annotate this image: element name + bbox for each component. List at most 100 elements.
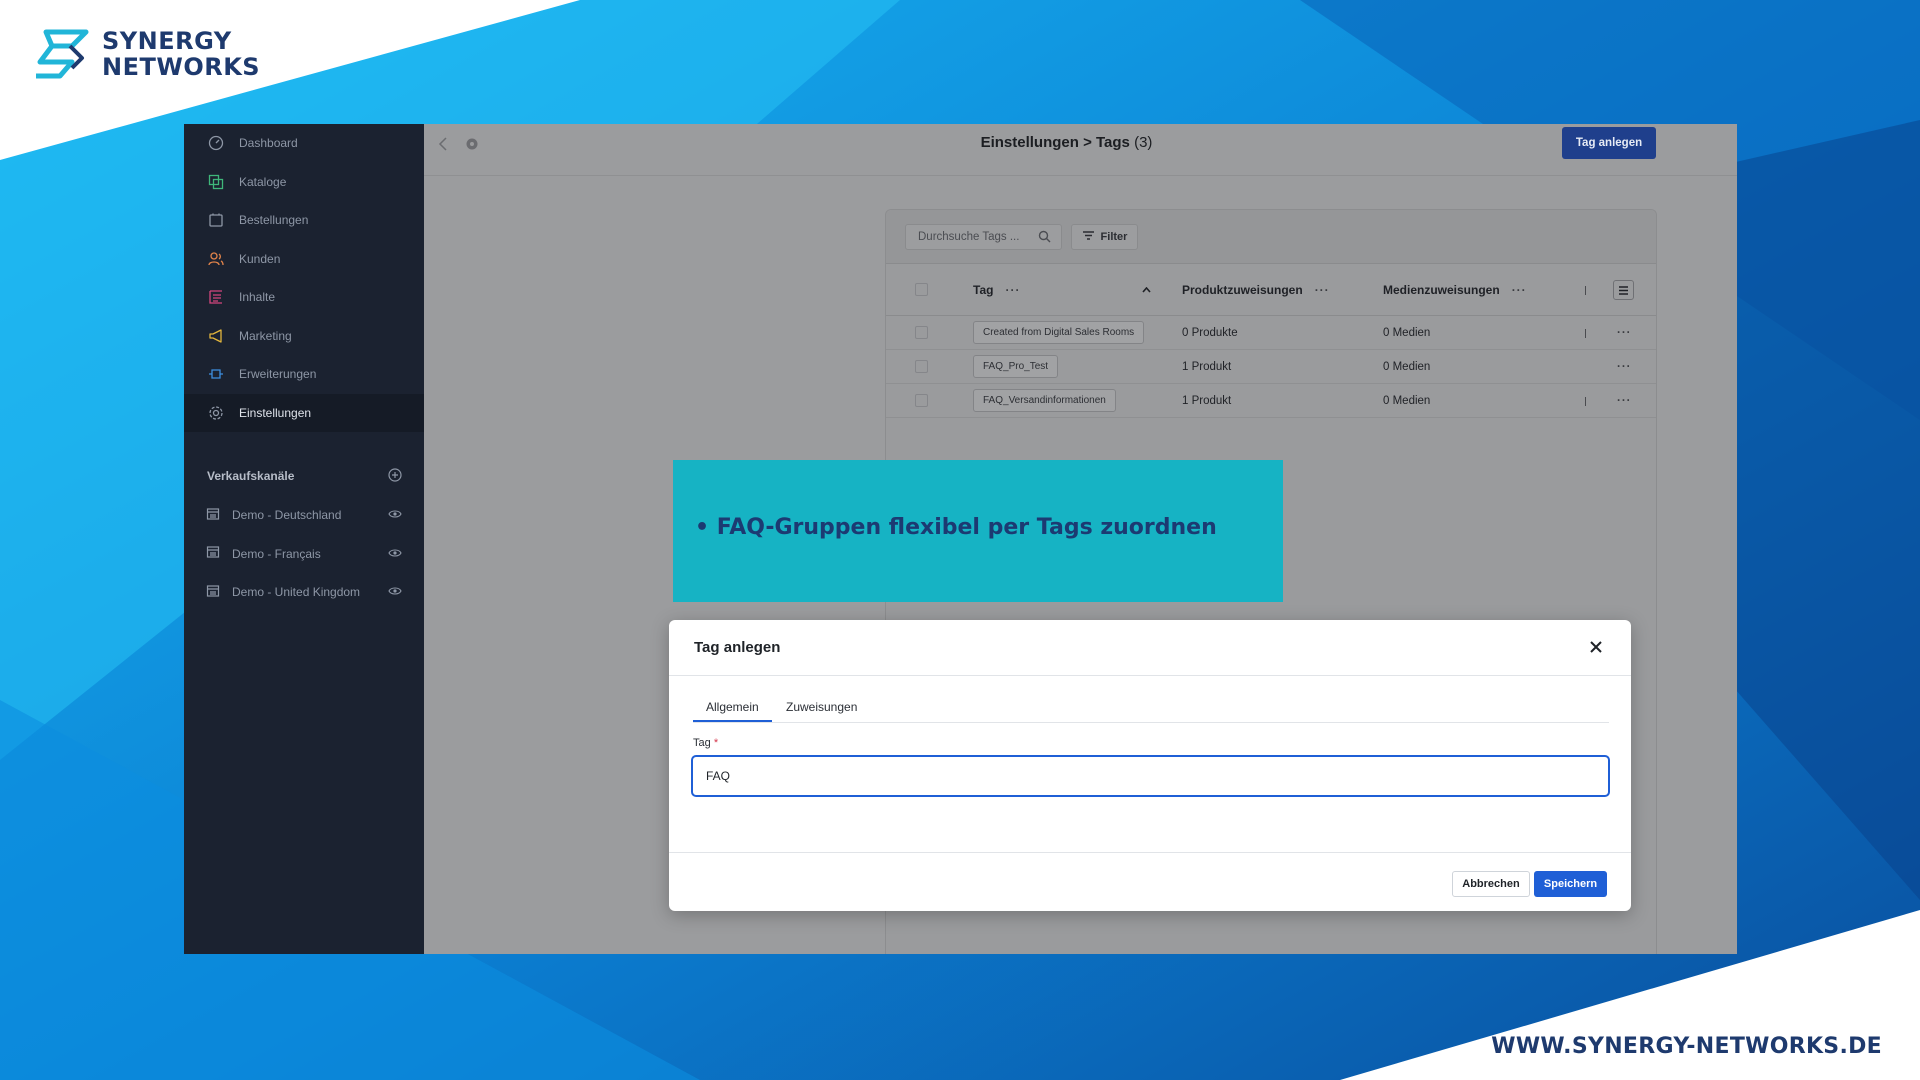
- customers-icon: [207, 250, 225, 268]
- sales-channel-item[interactable]: Demo - Deutschland: [184, 496, 424, 535]
- sidebar-item-label: Kataloge: [239, 174, 287, 189]
- brand-logo-block: SYNERGY NETWORKS: [32, 28, 260, 80]
- gear-icon: [207, 404, 225, 422]
- sort-ascending-icon[interactable]: [1142, 264, 1151, 315]
- sidebar-item-label: Dashboard: [239, 136, 298, 151]
- column-label: Tag: [973, 282, 994, 297]
- sidebar-item-label: Kunden: [239, 251, 281, 266]
- synergy-logo-icon: [36, 29, 89, 79]
- column-header-tag[interactable]: Tag ···: [973, 264, 1020, 315]
- eye-icon[interactable]: [388, 508, 402, 522]
- callout-text: • FAQ-Gruppen flexibel per Tags zuordnen: [695, 515, 1217, 540]
- close-icon[interactable]: [1587, 638, 1605, 656]
- storefront-icon: [206, 545, 220, 562]
- column-divider: [1585, 397, 1586, 406]
- sales-channel-label: Demo - Deutschland: [232, 508, 342, 523]
- tag-count: (3): [1134, 134, 1153, 151]
- select-all-checkbox[interactable]: [915, 283, 928, 296]
- website-url: WWW.SYNERGY-NETWORKS.DE: [1491, 1034, 1882, 1059]
- add-sales-channel-icon[interactable]: [388, 467, 402, 485]
- sidebar-item-marketing[interactable]: Marketing: [184, 317, 424, 356]
- cancel-button[interactable]: Abbrechen: [1452, 871, 1530, 897]
- media-assignments: 0 Medien: [1383, 394, 1431, 407]
- table-header: Tag ··· Produktzuweisungen ··· Medienzuw…: [886, 264, 1656, 316]
- sidebar: Dashboard Kataloge Bestellungen Kunden I…: [184, 124, 424, 954]
- list-toolbar: Durchsuche Tags ... Filter: [886, 210, 1656, 264]
- tag-pill[interactable]: FAQ_Pro_Test: [973, 355, 1059, 378]
- column-options-icon[interactable]: ···: [1005, 283, 1020, 297]
- sales-channel-label: Demo - United Kingdom: [232, 585, 361, 600]
- top-bar: Einstellungen > Tags (3) Tag anlegen: [424, 124, 1737, 176]
- modal-title: Tag anlegen: [694, 639, 781, 656]
- row-actions-icon[interactable]: ···: [1617, 384, 1632, 417]
- row-checkbox[interactable]: [915, 360, 928, 373]
- column-label: Produktzuweisungen: [1182, 282, 1303, 297]
- column-divider: [1585, 329, 1586, 338]
- page-title: Einstellungen > Tags (3): [424, 134, 1737, 151]
- eye-icon[interactable]: [388, 585, 402, 599]
- page-title-text: Einstellungen > Tags: [980, 134, 1130, 151]
- search-input[interactable]: Durchsuche Tags ...: [905, 224, 1062, 250]
- sidebar-item-kunden[interactable]: Kunden: [184, 240, 424, 279]
- brand-name: SYNERGY NETWORKS: [102, 28, 260, 80]
- column-options-icon[interactable]: ···: [1315, 283, 1330, 297]
- row-checkbox[interactable]: [915, 326, 928, 339]
- sidebar-item-inhalte[interactable]: Inhalte: [184, 278, 424, 317]
- sales-channels-header: Verkaufskanäle: [184, 466, 424, 486]
- dashboard-icon: [207, 134, 225, 152]
- column-header-media[interactable]: Medienzuweisungen ···: [1383, 264, 1527, 315]
- table-row[interactable]: Created from Digital Sales Rooms 0 Produ…: [886, 316, 1656, 350]
- catalog-icon: [207, 173, 225, 191]
- column-options-icon[interactable]: ···: [1512, 283, 1527, 297]
- modal-header: Tag anlegen: [669, 620, 1631, 676]
- main-navigation: Dashboard Kataloge Bestellungen Kunden I…: [184, 124, 424, 432]
- filter-button[interactable]: Filter: [1071, 224, 1138, 250]
- modal-tabs: Allgemein Zuweisungen: [693, 698, 1609, 723]
- tag-field-label: Tag *: [693, 737, 718, 749]
- storefront-icon: [206, 584, 220, 601]
- tab-allgemein[interactable]: Allgemein: [693, 700, 772, 722]
- sidebar-item-label: Inhalte: [239, 290, 276, 305]
- column-label: Medienzuweisungen: [1383, 282, 1500, 297]
- sales-channel-item[interactable]: Demo - Français: [184, 535, 424, 574]
- content-icon: [207, 288, 225, 306]
- extensions-icon: [207, 365, 225, 383]
- tag-name-input[interactable]: [691, 755, 1610, 797]
- product-assignments: 1 Produkt: [1182, 394, 1232, 407]
- sidebar-item-dashboard[interactable]: Dashboard: [184, 124, 424, 163]
- table-row[interactable]: FAQ_Versandinformationen 1 Produkt 0 Med…: [886, 384, 1656, 418]
- row-actions-icon[interactable]: ···: [1617, 316, 1632, 349]
- sidebar-item-label: Einstellungen: [239, 405, 312, 420]
- sales-channel-label: Demo - Français: [232, 546, 321, 561]
- product-assignments: 0 Produkte: [1182, 326, 1238, 339]
- sidebar-item-bestellungen[interactable]: Bestellungen: [184, 201, 424, 240]
- filter-label: Filter: [1100, 231, 1128, 243]
- tab-zuweisungen[interactable]: Zuweisungen: [786, 700, 857, 714]
- modal-footer: Abbrechen Speichern: [669, 852, 1631, 911]
- save-button[interactable]: Speichern: [1534, 871, 1607, 897]
- column-settings-icon[interactable]: [1613, 280, 1634, 300]
- table-row[interactable]: FAQ_Pro_Test 1 Produkt 0 Medien ···: [886, 350, 1656, 384]
- product-assignments: 1 Produkt: [1182, 360, 1232, 373]
- row-actions-icon[interactable]: ···: [1617, 350, 1632, 383]
- column-divider: [1585, 286, 1586, 295]
- sales-channel-item[interactable]: Demo - United Kingdom: [184, 573, 424, 612]
- create-tag-modal: Tag anlegen Allgemein Zuweisungen Tag * …: [669, 620, 1631, 911]
- sidebar-item-kataloge[interactable]: Kataloge: [184, 163, 424, 202]
- row-checkbox[interactable]: [915, 394, 928, 407]
- tag-field-label-text: Tag: [693, 737, 711, 749]
- column-header-products[interactable]: Produktzuweisungen ···: [1182, 264, 1330, 315]
- sidebar-item-label: Bestellungen: [239, 213, 309, 228]
- search-placeholder: Durchsuche Tags ...: [918, 231, 1020, 243]
- media-assignments: 0 Medien: [1383, 326, 1431, 339]
- sidebar-item-erweiterungen[interactable]: Erweiterungen: [184, 355, 424, 394]
- required-marker: *: [713, 737, 719, 749]
- megaphone-icon: [207, 327, 225, 345]
- sidebar-item-einstellungen[interactable]: Einstellungen: [184, 393, 424, 432]
- feature-callout: • FAQ-Gruppen flexibel per Tags zuordnen: [673, 460, 1283, 602]
- tag-pill[interactable]: FAQ_Versandinformationen: [973, 389, 1116, 412]
- filter-icon: [1082, 230, 1095, 244]
- create-tag-button[interactable]: Tag anlegen: [1562, 127, 1656, 159]
- tag-pill[interactable]: Created from Digital Sales Rooms: [973, 321, 1145, 344]
- eye-icon[interactable]: [388, 547, 402, 561]
